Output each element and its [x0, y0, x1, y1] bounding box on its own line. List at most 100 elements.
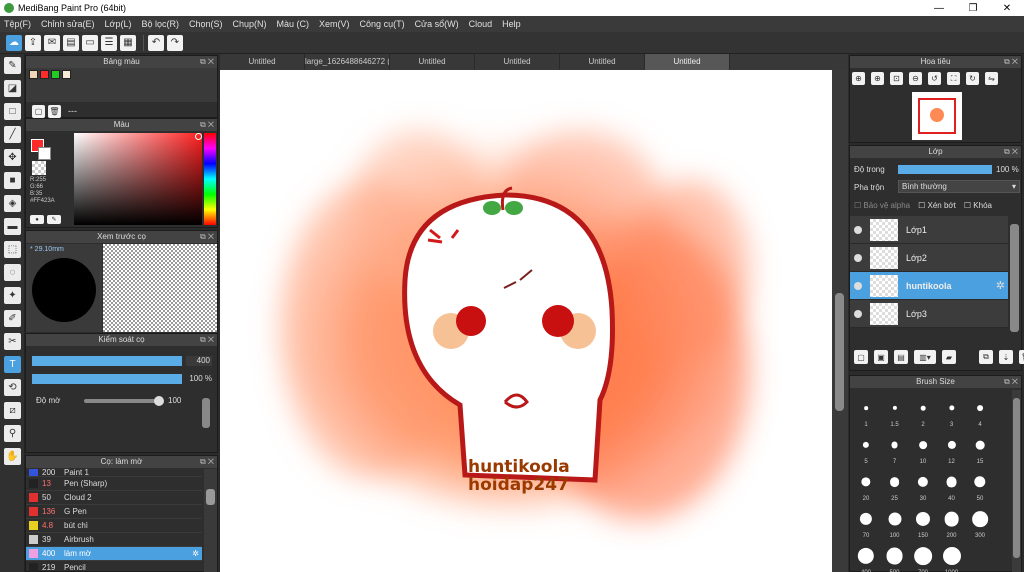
navigator-thumbnail[interactable]	[912, 92, 962, 140]
cloud-icon[interactable]: ☁	[6, 34, 22, 51]
brush-size-preset[interactable]: 4	[966, 396, 994, 428]
drawing-canvas[interactable]: huntikoola hoidap247	[220, 70, 832, 572]
menu-help[interactable]: Help	[502, 19, 521, 29]
brush-size-preset[interactable]: 1	[852, 396, 880, 428]
palette-swatch[interactable]	[62, 70, 71, 79]
gear-icon[interactable]: ✲	[996, 279, 1005, 292]
brush-size-preset[interactable]: 20	[852, 470, 880, 502]
brush-list-scroll-thumb[interactable]	[206, 489, 215, 505]
menu-color[interactable]: Màu (C)	[277, 19, 310, 29]
upload-icon[interactable]: ⇪	[25, 34, 41, 51]
layer-item[interactable]: Lớp2	[850, 244, 1008, 272]
palette-swatch[interactable]	[29, 70, 38, 79]
duplicate-layer-icon[interactable]: ⧉	[979, 350, 993, 364]
rotate-left-icon[interactable]: ↺	[928, 72, 941, 85]
brush-size-preset[interactable]: 5	[852, 433, 880, 465]
layer-item[interactable]: Lớp3	[850, 300, 1008, 328]
brush-item[interactable]: 136 G Pen	[26, 505, 202, 519]
layer-item[interactable]: Lớp1	[850, 216, 1008, 244]
tab-large-jpg[interactable]: large_1626488646272 (1).jpg	[305, 54, 390, 70]
brush-size-preset[interactable]: 100	[881, 507, 909, 539]
brush-size-preset[interactable]: 15	[966, 433, 994, 465]
lock-checkbox[interactable]: ☐ Khóa	[964, 201, 992, 210]
lasso-tool-icon[interactable]: ◌	[4, 264, 21, 281]
menu-window[interactable]: Cửa sổ(W)	[415, 19, 459, 29]
eyedrop-color-icon[interactable]: ✎	[47, 215, 61, 224]
visibility-eye-icon[interactable]	[854, 309, 862, 318]
brush-size-preset[interactable]: 700	[909, 544, 937, 572]
fullscreen-icon[interactable]: ⛶	[947, 72, 960, 85]
add-layer-menu-icon[interactable]: ▥▾	[914, 350, 936, 364]
menu-view[interactable]: Xem(V)	[319, 19, 350, 29]
comment-icon[interactable]: ✉	[44, 34, 60, 51]
brush-size-preset[interactable]: 400	[852, 544, 880, 572]
new-layer-icon[interactable]: ▢	[854, 350, 868, 364]
rect-tool-icon[interactable]: □	[4, 103, 21, 120]
brush-item[interactable]: 50 Cloud 2	[26, 491, 202, 505]
brush-size-preset[interactable]: 25	[881, 470, 909, 502]
brush-item-selected[interactable]: 400 làm mờ ✲	[26, 547, 202, 561]
brush-size-preset[interactable]: 3	[938, 396, 966, 428]
navigator-viewport[interactable]	[918, 98, 956, 134]
brush-size-preset[interactable]: 500	[881, 544, 909, 572]
maximize-button[interactable]: ❐	[956, 3, 990, 14]
gradient-tool-icon[interactable]: ▬	[4, 218, 21, 235]
visibility-eye-icon[interactable]	[854, 281, 862, 290]
menu-layer[interactable]: Lớp(L)	[105, 19, 132, 29]
brush-size-preset[interactable]: 7	[881, 433, 909, 465]
brush-size-slider[interactable]	[32, 356, 182, 366]
brush-control-scrollbar[interactable]	[202, 398, 210, 428]
operation-tool-icon[interactable]: ⟲	[4, 379, 21, 396]
select-pen-tool-icon[interactable]: ✐	[4, 310, 21, 327]
brush-size-preset[interactable]: 200	[938, 507, 966, 539]
layer-list-scrollbar[interactable]	[1010, 224, 1019, 332]
alpha-lock-checkbox[interactable]: ☐ Bảo vệ alpha	[854, 201, 910, 210]
menu-file[interactable]: Tệp(F)	[4, 19, 31, 29]
text-tool-icon[interactable]: T	[4, 356, 21, 373]
clip-checkbox[interactable]: ☐ Xén bớt	[918, 201, 956, 210]
merge-down-icon[interactable]: ⇣	[999, 350, 1013, 364]
palette-swatch[interactable]	[40, 70, 49, 79]
magic-wand-tool-icon[interactable]: ✦	[4, 287, 21, 304]
canvas-scroll-thumb[interactable]	[835, 293, 844, 411]
brush-size-scrollbar[interactable]	[1012, 390, 1021, 572]
hue-slider[interactable]	[204, 133, 216, 225]
eraser-tool-icon[interactable]: ◪	[4, 80, 21, 97]
color-picker-handle[interactable]	[195, 133, 202, 140]
tab-untitled-4[interactable]: Untitled	[475, 54, 560, 70]
menu-edit[interactable]: Chỉnh sửa(E)	[41, 19, 95, 29]
minimize-button[interactable]: —	[922, 3, 956, 14]
brush-size-preset[interactable]: 10	[909, 433, 937, 465]
tab-untitled-active[interactable]: Untitled	[645, 54, 730, 70]
zoom-in-2-icon[interactable]: ⊕	[871, 72, 884, 85]
menu-cloud[interactable]: Cloud	[469, 19, 493, 29]
density-slider[interactable]	[84, 396, 164, 406]
tab-untitled-1[interactable]: Untitled	[220, 54, 305, 70]
brush-tool-icon[interactable]: ✎	[4, 57, 21, 74]
chat-icon[interactable]: ▤	[63, 34, 79, 51]
rotate-right-icon[interactable]: ↻	[966, 72, 979, 85]
brush-size-preset[interactable]: 50	[966, 470, 994, 502]
select-rect-tool-icon[interactable]: ⬚	[4, 241, 21, 258]
brush-list-scrollbar[interactable]	[204, 469, 217, 572]
brush-size-preset[interactable]: 70	[852, 507, 880, 539]
menu-select[interactable]: Chọn(S)	[189, 19, 223, 29]
pen-tool-icon[interactable]: ╱	[4, 126, 21, 143]
list-icon[interactable]: ☰	[101, 34, 117, 51]
fill-rect-tool-icon[interactable]: ■	[4, 172, 21, 189]
redo-icon[interactable]: ↷	[167, 34, 183, 51]
gear-icon[interactable]: ✲	[192, 549, 199, 558]
close-button[interactable]: ✕	[990, 3, 1024, 14]
layer-opacity-slider[interactable]	[898, 165, 992, 174]
folder-icon[interactable]: ▰	[942, 350, 956, 364]
tab-untitled-5[interactable]: Untitled	[560, 54, 645, 70]
page-icon[interactable]: ▭	[82, 34, 98, 51]
density-slider-handle[interactable]	[154, 396, 164, 406]
flip-icon[interactable]: ⇋	[985, 72, 998, 85]
brush-size-preset[interactable]: 150	[909, 507, 937, 539]
undo-icon[interactable]: ↶	[148, 34, 164, 51]
delete-layer-icon[interactable]: 🗑	[1019, 350, 1024, 364]
layer-item-selected[interactable]: huntikoola ✲	[850, 272, 1008, 300]
visibility-eye-icon[interactable]	[854, 253, 862, 262]
brush-item[interactable]: 13 Pen (Sharp)	[26, 477, 202, 491]
